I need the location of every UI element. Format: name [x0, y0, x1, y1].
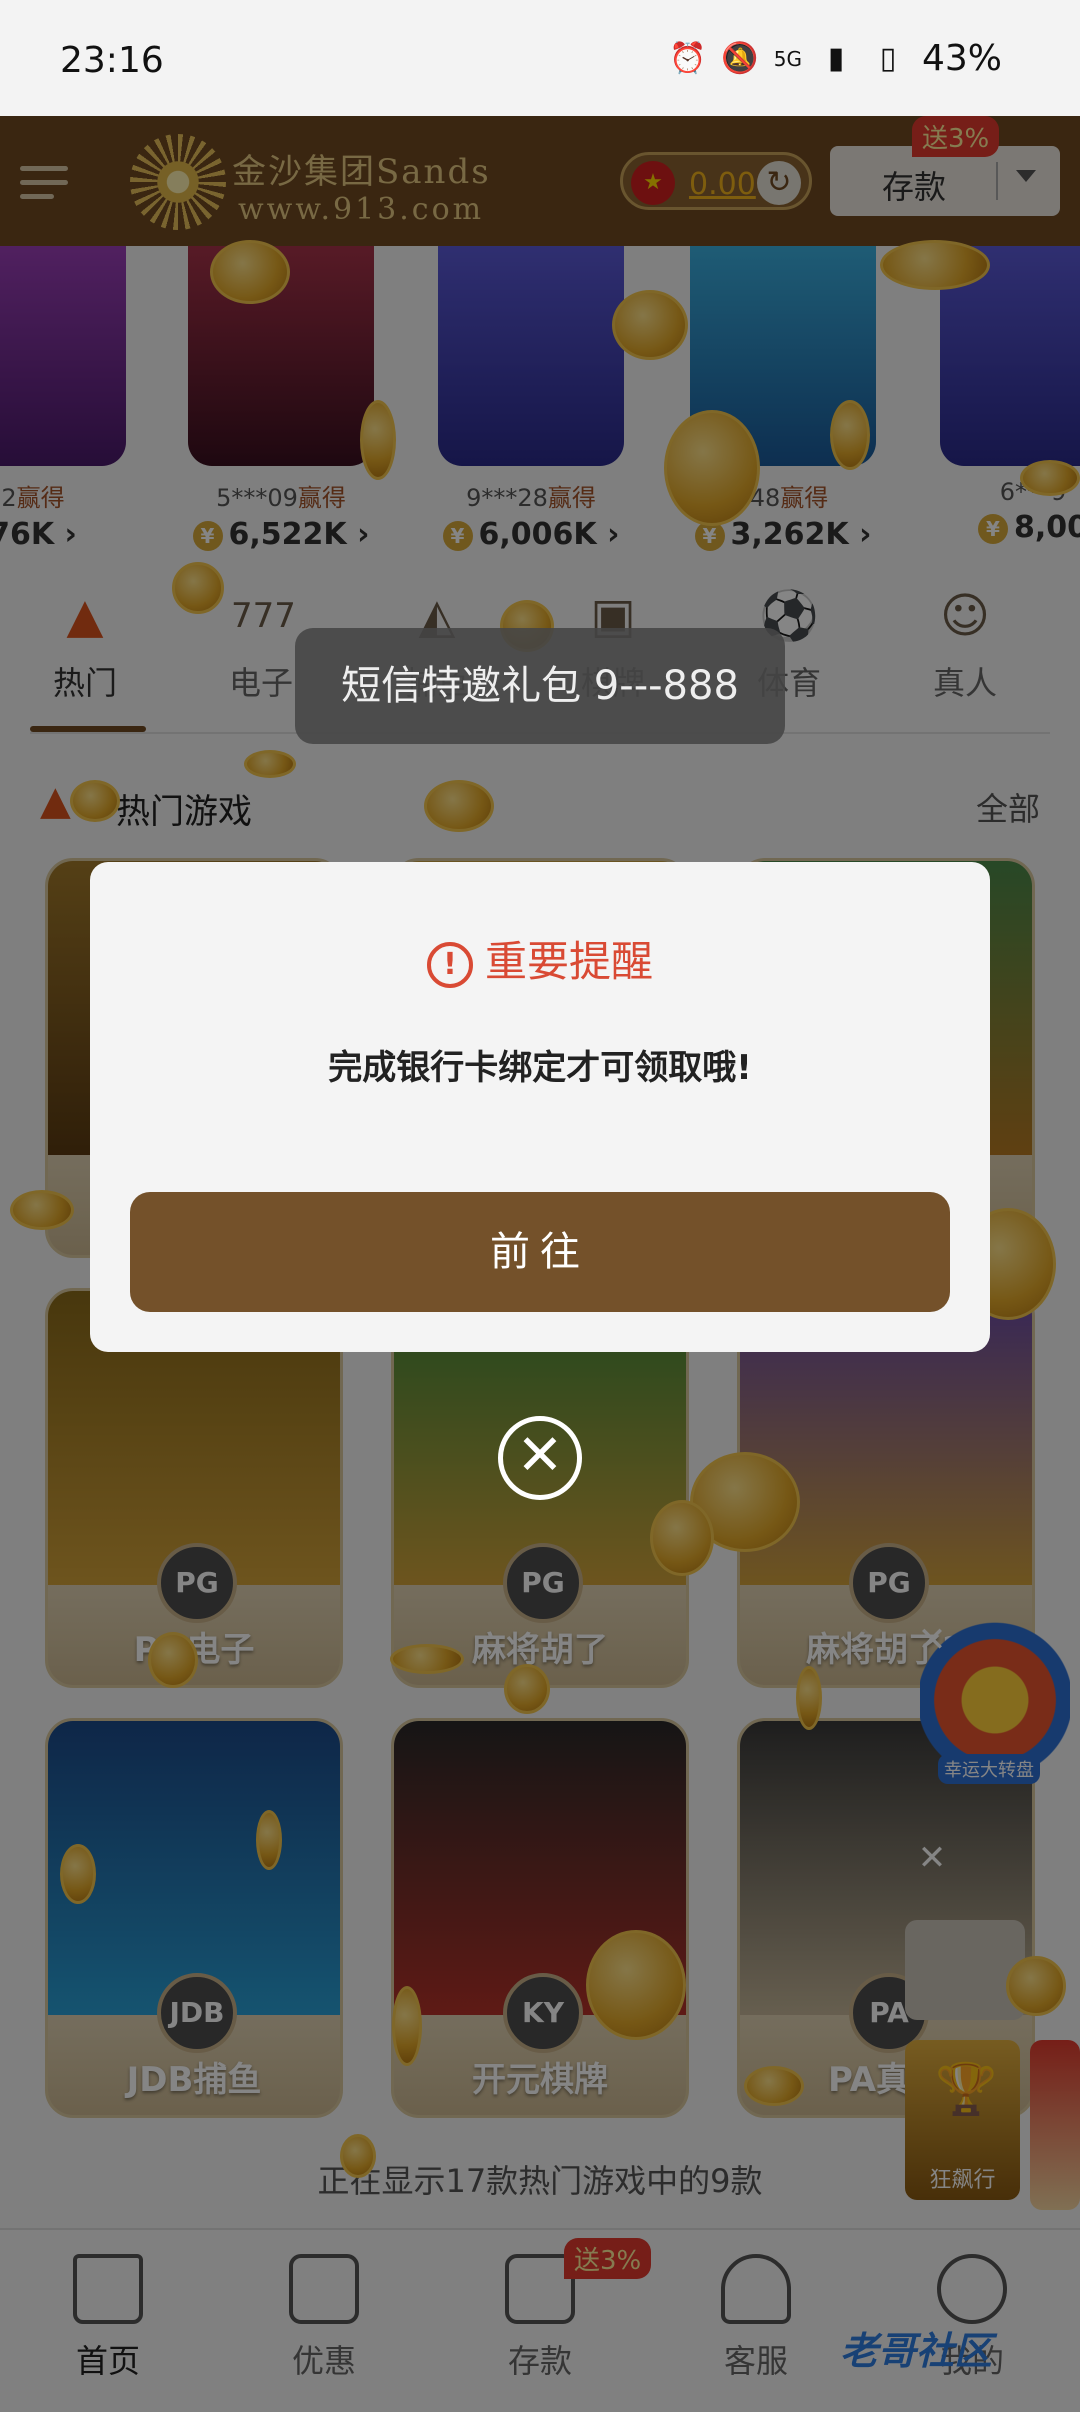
status-bar: 23:16 ⏰ 🔕 5G ▮ ▯ 43%: [0, 0, 1080, 116]
toast-message: 短信特邀礼包 9---888: [295, 628, 785, 744]
battery-icon: ▯: [879, 41, 897, 76]
network-indicator: 5G: [773, 46, 802, 71]
dialog-title: ! 重要提醒: [90, 928, 990, 989]
close-icon[interactable]: ✕: [498, 1416, 582, 1500]
battery-level: 43%: [921, 38, 1002, 79]
alert-dialog: ! 重要提醒 完成银行卡绑定才可领取哦! 前往: [90, 862, 990, 1352]
dialog-title-text: 重要提醒: [484, 937, 653, 986]
mute-icon: 🔕: [721, 41, 759, 76]
status-icons: ⏰ 🔕 5G ▮ ▯ 43%: [669, 38, 1002, 79]
alarm-icon: ⏰: [669, 41, 707, 76]
exclamation-icon: !: [426, 941, 473, 988]
dialog-message: 完成银行卡绑定才可领取哦!: [328, 1048, 752, 1088]
clock: 23:16: [60, 40, 164, 81]
signal-icon: ▮: [827, 41, 845, 76]
go-button[interactable]: 前往: [130, 1192, 950, 1312]
